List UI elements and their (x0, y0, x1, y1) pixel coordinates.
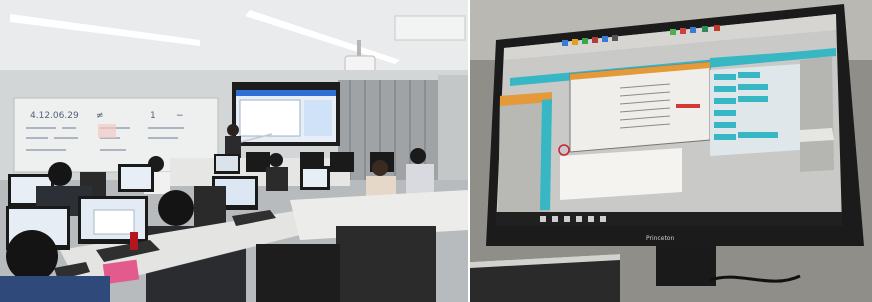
pc-tower (336, 226, 436, 302)
pc-tower (194, 186, 226, 226)
monitor (256, 244, 340, 302)
projector (344, 55, 376, 73)
student (48, 162, 72, 186)
classroom-photo: 4.12.06.29 ≠ 1 − (0, 0, 468, 302)
classroom-scene: 4.12.06.29 ≠ 1 − (0, 0, 468, 302)
whiteboard-text: ≠ (96, 111, 104, 121)
whiteboard-text: 1 (150, 111, 156, 121)
monitor-scene: Princeton (470, 0, 872, 302)
student (158, 190, 194, 226)
taskbar (496, 212, 842, 226)
air-conditioner (394, 15, 466, 41)
whiteboard-text: 4.12.06.29 (30, 111, 79, 121)
monitor-photo: Princeton (470, 0, 872, 302)
teacher (227, 124, 239, 136)
whiteboard-text: − (176, 111, 184, 121)
monitor-brand: Princeton (646, 235, 674, 242)
bottle (130, 232, 138, 250)
student (6, 230, 58, 282)
lower-panel (560, 148, 682, 200)
monitor-stand (656, 246, 716, 286)
